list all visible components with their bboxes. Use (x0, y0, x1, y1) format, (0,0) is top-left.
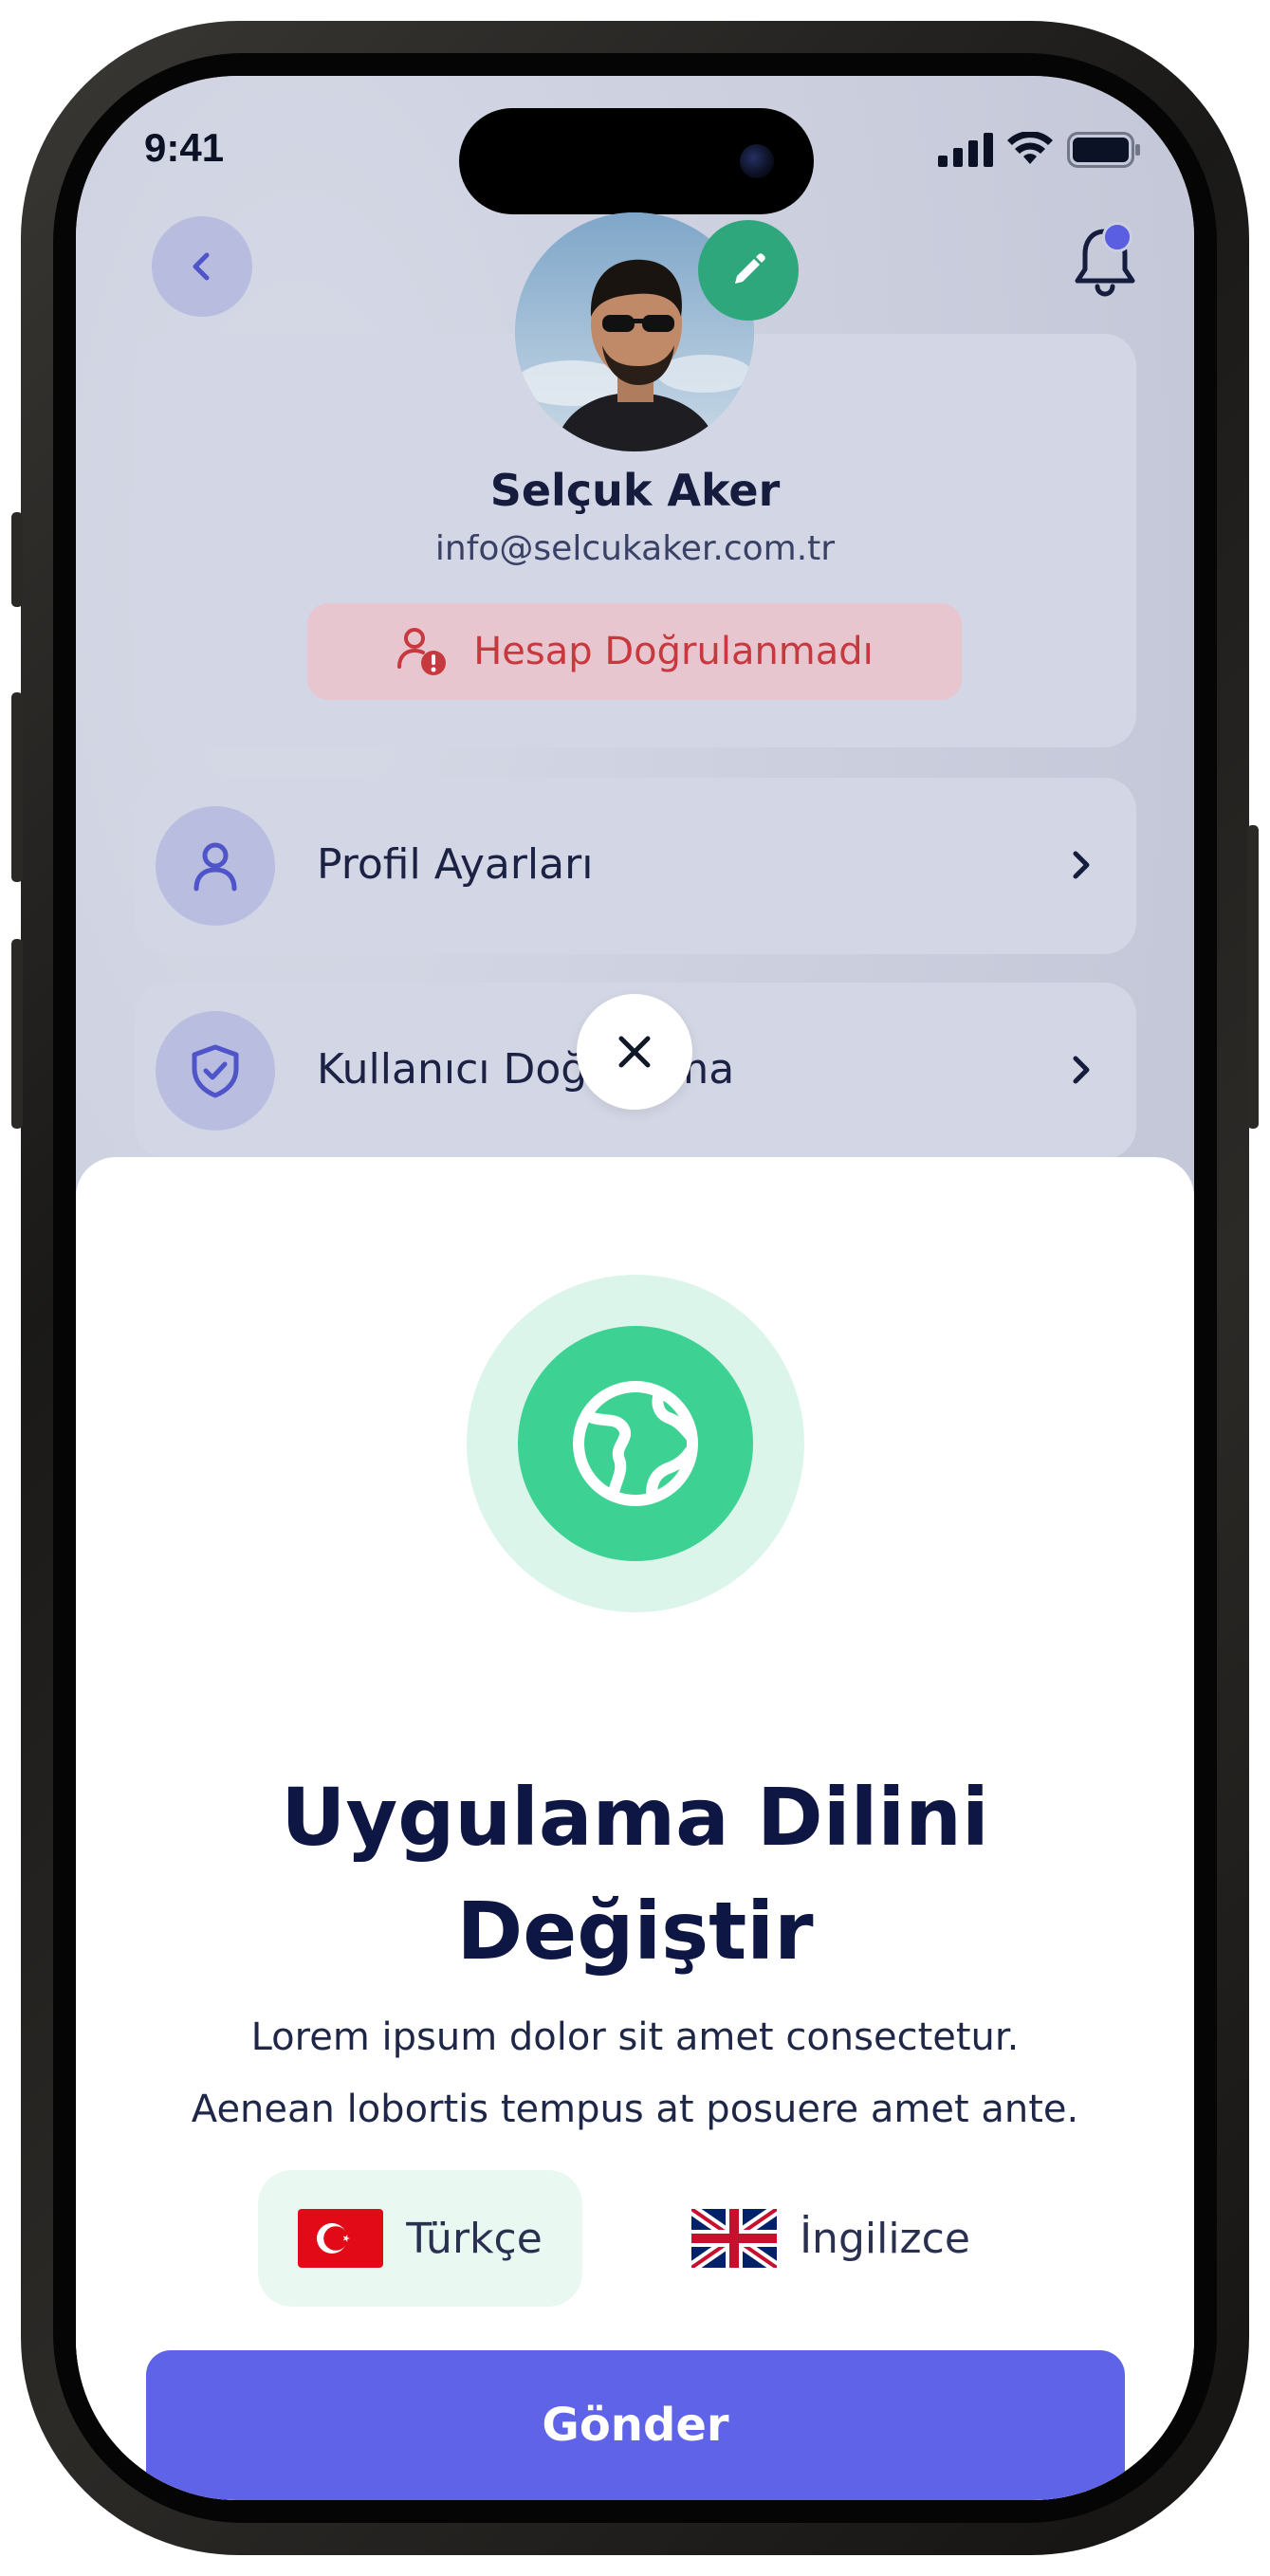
pencil-icon (735, 253, 765, 284)
volume-down-button (11, 939, 23, 1129)
verification-status-badge[interactable]: Hesap Doğrulanmadı (307, 603, 962, 700)
phone-screen: 9:41 Selçuk Aker info@selcukaker.com.tr … (76, 76, 1194, 2500)
globe-icon (573, 1381, 698, 1506)
status-bar: 9:41 (76, 76, 1194, 228)
turkey-flag-icon (298, 2209, 384, 2268)
shield-check-icon (192, 1044, 239, 1098)
power-button (1247, 825, 1259, 1129)
user-email: info@selcukaker.com.tr (434, 529, 836, 568)
sheet-description: Lorem ipsum dolor sit amet consectetur. … (133, 2001, 1137, 2145)
chevron-right-icon (1073, 1056, 1090, 1084)
sheet-description-line: Lorem ipsum dolor sit amet consectetur. (250, 2015, 1020, 2059)
chevron-left-icon (193, 252, 210, 281)
sheet-description-line: Aenean lobortis tempus at posuere amet a… (191, 2088, 1079, 2131)
menu-item-label: Profil Ayarları (317, 840, 594, 889)
notification-dot (1102, 222, 1132, 252)
globe-icon-container (518, 1326, 753, 1561)
cellular-signal-icon (938, 133, 993, 167)
user-name: Selçuk Aker (489, 465, 781, 516)
back-button[interactable] (152, 216, 252, 317)
edit-avatar-button[interactable] (698, 220, 799, 321)
language-bottom-sheet: Uygulama Dilini Değiştir Lorem ipsum dol… (76, 1157, 1194, 2500)
language-option-english[interactable]: İngilizce (683, 2170, 979, 2307)
sheet-title: Uygulama Dilini Değiştir (281, 1771, 989, 1978)
battery-icon (1067, 132, 1140, 168)
user-warning-icon (397, 628, 447, 675)
volume-up-button (11, 692, 23, 882)
chevron-right-icon (1073, 851, 1090, 879)
menu-item-profile-settings[interactable]: Profil Ayarları (135, 778, 1136, 954)
notification-button[interactable] (1062, 214, 1148, 309)
menu-icon-container (156, 1011, 275, 1131)
close-sheet-button[interactable] (577, 994, 692, 1110)
user-icon (193, 842, 237, 892)
action-button (11, 512, 23, 607)
language-option-label: Türkçe (406, 2214, 543, 2263)
submit-button[interactable]: Gönder (146, 2350, 1125, 2500)
verification-status-text: Hesap Doğrulanmadı (473, 630, 874, 673)
dynamic-island (459, 108, 814, 214)
language-option-label: İngilizce (800, 2214, 970, 2263)
status-icons (938, 131, 1141, 169)
language-option-turkish[interactable]: Türkçe (258, 2170, 582, 2307)
camera-icon (740, 144, 774, 178)
menu-icon-container (156, 806, 275, 926)
status-time: 9:41 (144, 125, 225, 170)
wifi-icon (1007, 132, 1053, 164)
uk-flag-icon (691, 2209, 778, 2268)
close-icon (618, 1036, 651, 1068)
